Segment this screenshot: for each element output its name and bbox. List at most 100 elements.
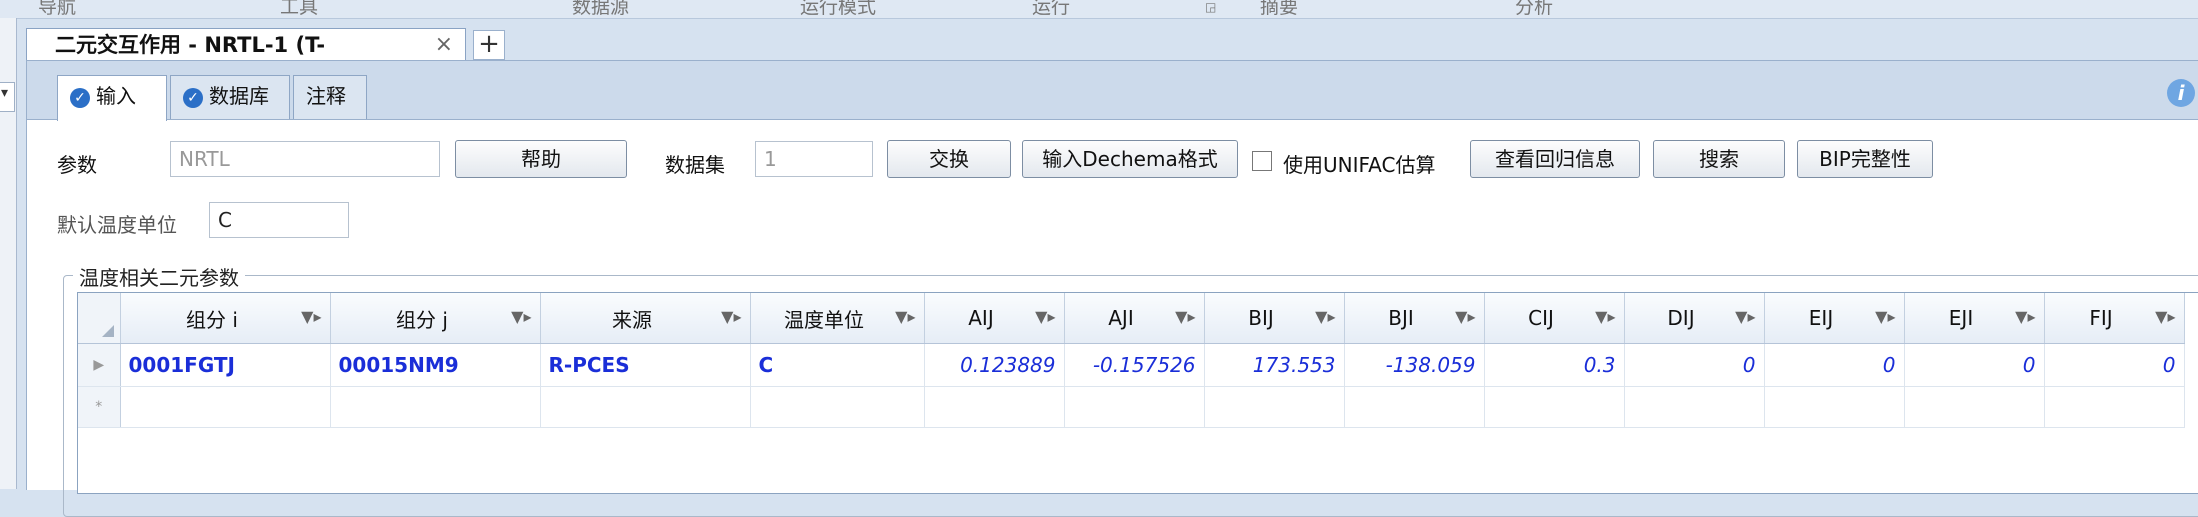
column-header[interactable]: 来源 ▼▸	[540, 293, 751, 344]
column-header[interactable]: BJI ▼▸	[1344, 293, 1485, 344]
filter-icon[interactable]: ▼▸	[1175, 307, 1195, 326]
cell-temp-unit[interactable]: C	[750, 343, 925, 387]
empty-cell[interactable]	[2044, 386, 2185, 428]
filter-icon[interactable]: ▼▸	[1035, 307, 1055, 326]
dataset-label: 数据集	[665, 153, 725, 177]
check-icon: ✓	[70, 87, 90, 108]
grid-header-row: 组分 i ▼▸ 组分 j ▼▸ 来源 ▼▸ 温度单位 ▼▸ AIJ ▼▸ AJI ▼▸ BI…	[78, 293, 2185, 344]
column-header[interactable]: 温度单位 ▼▸	[750, 293, 925, 344]
filter-icon[interactable]: ▼▸	[1595, 307, 1615, 326]
tab-input-label: 输入	[96, 84, 136, 108]
ribbon-label-navigate: 导航	[38, 0, 77, 18]
help-button[interactable]: 帮助	[455, 140, 627, 178]
empty-cell[interactable]	[1204, 386, 1345, 428]
cell-bji[interactable]: -138.059	[1344, 343, 1485, 387]
ribbon-expand-icon[interactable]: ◲	[1205, 0, 1216, 14]
unifac-checkbox-label: 使用UNIFAC估算	[1283, 153, 1436, 177]
temp-unit-field[interactable]: C	[209, 202, 349, 238]
cell-eij[interactable]: 0	[1764, 343, 1905, 387]
cell-source[interactable]: R-PCES	[540, 343, 751, 387]
cell-aji[interactable]: -0.157526	[1064, 343, 1205, 387]
filter-icon[interactable]: ▼▸	[1455, 307, 1475, 326]
empty-cell[interactable]	[1064, 386, 1205, 428]
document-tab-binary-interaction[interactable]: 二元交互作用 - NRTL-1 (T-DEPENDENT) ×	[26, 28, 466, 89]
tab-databank[interactable]: ✓ 数据库	[170, 75, 290, 119]
column-header-label: 组分 i	[186, 307, 238, 332]
table-row[interactable]: ▶ 0001FGTJ 00015NM9 R-PCES C 0.123889 -0…	[78, 343, 2185, 387]
filter-icon[interactable]: ▼▸	[721, 307, 741, 326]
navigation-pane	[0, 18, 17, 489]
dechema-format-button[interactable]: 输入Dechema格式	[1022, 140, 1238, 178]
binary-parameter-grid[interactable]: 组分 i ▼▸ 组分 j ▼▸ 来源 ▼▸ 温度单位 ▼▸ AIJ ▼▸ AJI ▼▸ BI…	[77, 292, 2198, 494]
column-header[interactable]: AJI ▼▸	[1064, 293, 1205, 344]
column-header[interactable]: CIJ ▼▸	[1484, 293, 1625, 344]
cell-dij[interactable]: 0	[1624, 343, 1765, 387]
ribbon-group-labels: 导航 工具 数据源 运行模式 运行 ◲ 摘要 分析	[0, 0, 2198, 19]
column-header[interactable]: 组分 j ▼▸	[330, 293, 541, 344]
ribbon-label-run-mode: 运行模式	[800, 0, 877, 18]
row-selector[interactable]: ▶	[78, 343, 121, 387]
empty-cell[interactable]	[750, 386, 925, 428]
default-temp-unit-label: 默认温度单位	[57, 213, 177, 237]
filter-icon[interactable]: ▼▸	[511, 307, 531, 326]
tab-databank-label: 数据库	[209, 84, 269, 108]
filter-icon[interactable]: ▼▸	[1735, 307, 1755, 326]
info-icon[interactable]: i	[2167, 79, 2195, 107]
empty-cell[interactable]	[1904, 386, 2045, 428]
filter-icon[interactable]: ▼▸	[895, 307, 915, 326]
column-header[interactable]: AIJ ▼▸	[924, 293, 1065, 344]
empty-cell[interactable]	[1764, 386, 1905, 428]
ribbon-label-data-source: 数据源	[572, 0, 630, 18]
grid-corner[interactable]	[78, 293, 121, 344]
document-tab-bar: 二元交互作用 - NRTL-1 (T-DEPENDENT) × +	[26, 22, 2198, 89]
new-row-marker[interactable]: *	[78, 386, 121, 428]
unifac-checkbox[interactable]	[1252, 151, 1272, 171]
cell-cij[interactable]: 0.3	[1484, 343, 1625, 387]
empty-cell[interactable]	[924, 386, 1065, 428]
group-title: 温度相关二元参数	[73, 262, 245, 291]
tab-input[interactable]: ✓ 输入	[57, 75, 167, 121]
column-header[interactable]: DIJ ▼▸	[1624, 293, 1765, 344]
search-button[interactable]: 搜索	[1653, 140, 1785, 178]
ribbon-label-run: 运行	[1032, 0, 1071, 18]
column-header[interactable]: BIJ ▼▸	[1204, 293, 1345, 344]
empty-cell[interactable]	[1624, 386, 1765, 428]
filter-icon[interactable]: ▼▸	[1875, 307, 1895, 326]
column-header[interactable]: FIJ ▼▸	[2044, 293, 2185, 344]
bip-completeness-button[interactable]: BIP完整性	[1797, 140, 1933, 178]
filter-icon[interactable]: ▼▸	[2015, 307, 2035, 326]
column-header[interactable]: EJI ▼▸	[1904, 293, 2045, 344]
column-header[interactable]: EIJ ▼▸	[1764, 293, 1905, 344]
empty-cell[interactable]	[330, 386, 541, 428]
add-tab-button[interactable]: +	[473, 30, 505, 60]
ribbon-label-summary: 摘要	[1260, 0, 1299, 18]
cell-eji[interactable]: 0	[1904, 343, 2045, 387]
tab-comments[interactable]: 注释	[293, 75, 367, 119]
swap-button[interactable]: 交换	[887, 140, 1011, 178]
empty-cell[interactable]	[1344, 386, 1485, 428]
parameter-label: 参数	[57, 153, 97, 177]
view-regression-button[interactable]: 查看回归信息	[1470, 140, 1640, 178]
new-row[interactable]: *	[78, 386, 2185, 428]
cell-aij[interactable]: 0.123889	[924, 343, 1065, 387]
cell-component-i[interactable]: 0001FGTJ	[120, 343, 331, 387]
dataset-field[interactable]: 1	[755, 141, 873, 177]
empty-cell[interactable]	[540, 386, 751, 428]
filter-icon[interactable]: ▼▸	[1315, 307, 1335, 326]
cell-fij[interactable]: 0	[2044, 343, 2185, 387]
column-header-label: 来源	[612, 307, 652, 332]
filter-icon[interactable]: ▼▸	[301, 307, 321, 326]
column-header[interactable]: 组分 i ▼▸	[120, 293, 331, 344]
parameter-field[interactable]: NRTL	[170, 141, 440, 177]
empty-cell[interactable]	[120, 386, 331, 428]
filter-icon[interactable]: ▼▸	[2155, 307, 2175, 326]
close-icon[interactable]: ×	[435, 29, 453, 61]
ribbon-label-tools: 工具	[280, 0, 319, 18]
empty-cell[interactable]	[1484, 386, 1625, 428]
navigator-dropdown[interactable]	[0, 82, 15, 112]
column-header-label: 组分 j	[396, 307, 448, 332]
select-all-icon	[101, 325, 114, 337]
tab-comments-label: 注释	[306, 84, 346, 108]
cell-component-j[interactable]: 00015NM9	[330, 343, 541, 387]
cell-bij[interactable]: 173.553	[1204, 343, 1345, 387]
